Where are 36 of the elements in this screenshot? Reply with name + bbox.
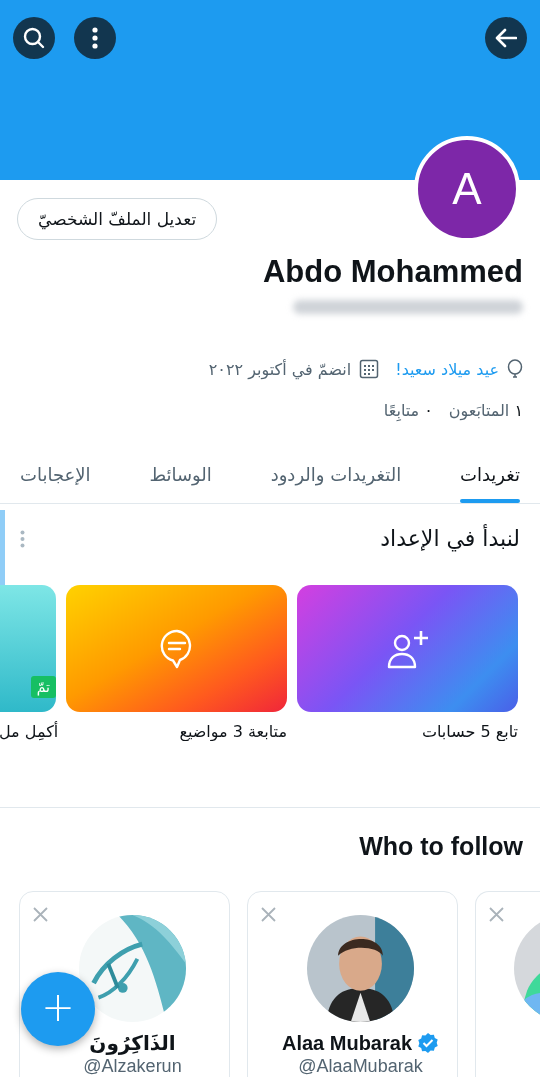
person-add-icon [385,628,430,669]
setup-caption: أكمِل مل [0,722,59,741]
account-name: Alaa Mubarak [281,1031,413,1055]
setup-card[interactable] [297,585,518,712]
setup-card[interactable] [66,585,287,712]
search-icon [23,27,45,49]
calendar-icon [359,359,380,379]
profile-tab[interactable]: التغريدات والردود [270,456,402,503]
edit-profile-button[interactable]: تعديل الملفّ الشخصيّ [17,198,218,240]
close-icon[interactable] [32,906,49,923]
suggestion-card[interactable]: Alaa Mubarak @AlaaMubarak [247,891,458,1077]
suggestion-card[interactable] [475,891,540,1077]
balloon-icon [507,359,523,379]
more-icon [92,27,98,49]
close-icon[interactable] [488,906,505,923]
close-icon[interactable] [260,906,277,923]
more-icon[interactable] [20,529,25,548]
account-handle: @Alzakerun [83,1056,182,1077]
section-title: Who to follow [358,831,524,861]
profile-name: Abdo Mohammed [261,254,523,290]
back-button[interactable] [485,17,527,59]
account-handle: @AlaaMubarak [298,1056,423,1077]
following-count[interactable]: ٠ متابِعًا [383,401,433,420]
done-badge: تمّ [30,676,56,698]
profile-tab[interactable]: تغريدات [459,456,520,503]
joined-date: انضمّ في أكتوبر ٢٠٢٢ [208,359,352,379]
back-arrow-icon [495,28,517,48]
followers-count[interactable]: ١ المتابَعون [448,401,523,420]
section-title: لنبدأ في الإعداد [380,526,520,551]
chat-bubble-icon [159,628,194,669]
setup-caption: تابع 5 حسابات [420,722,518,741]
search-button[interactable] [13,17,55,59]
profile-tab[interactable]: الإعجابات [20,456,91,503]
setup-caption: متابعة 3 مواضيع [178,722,287,741]
profile-tab[interactable]: الوسائط [149,456,212,503]
more-button[interactable] [74,17,116,59]
